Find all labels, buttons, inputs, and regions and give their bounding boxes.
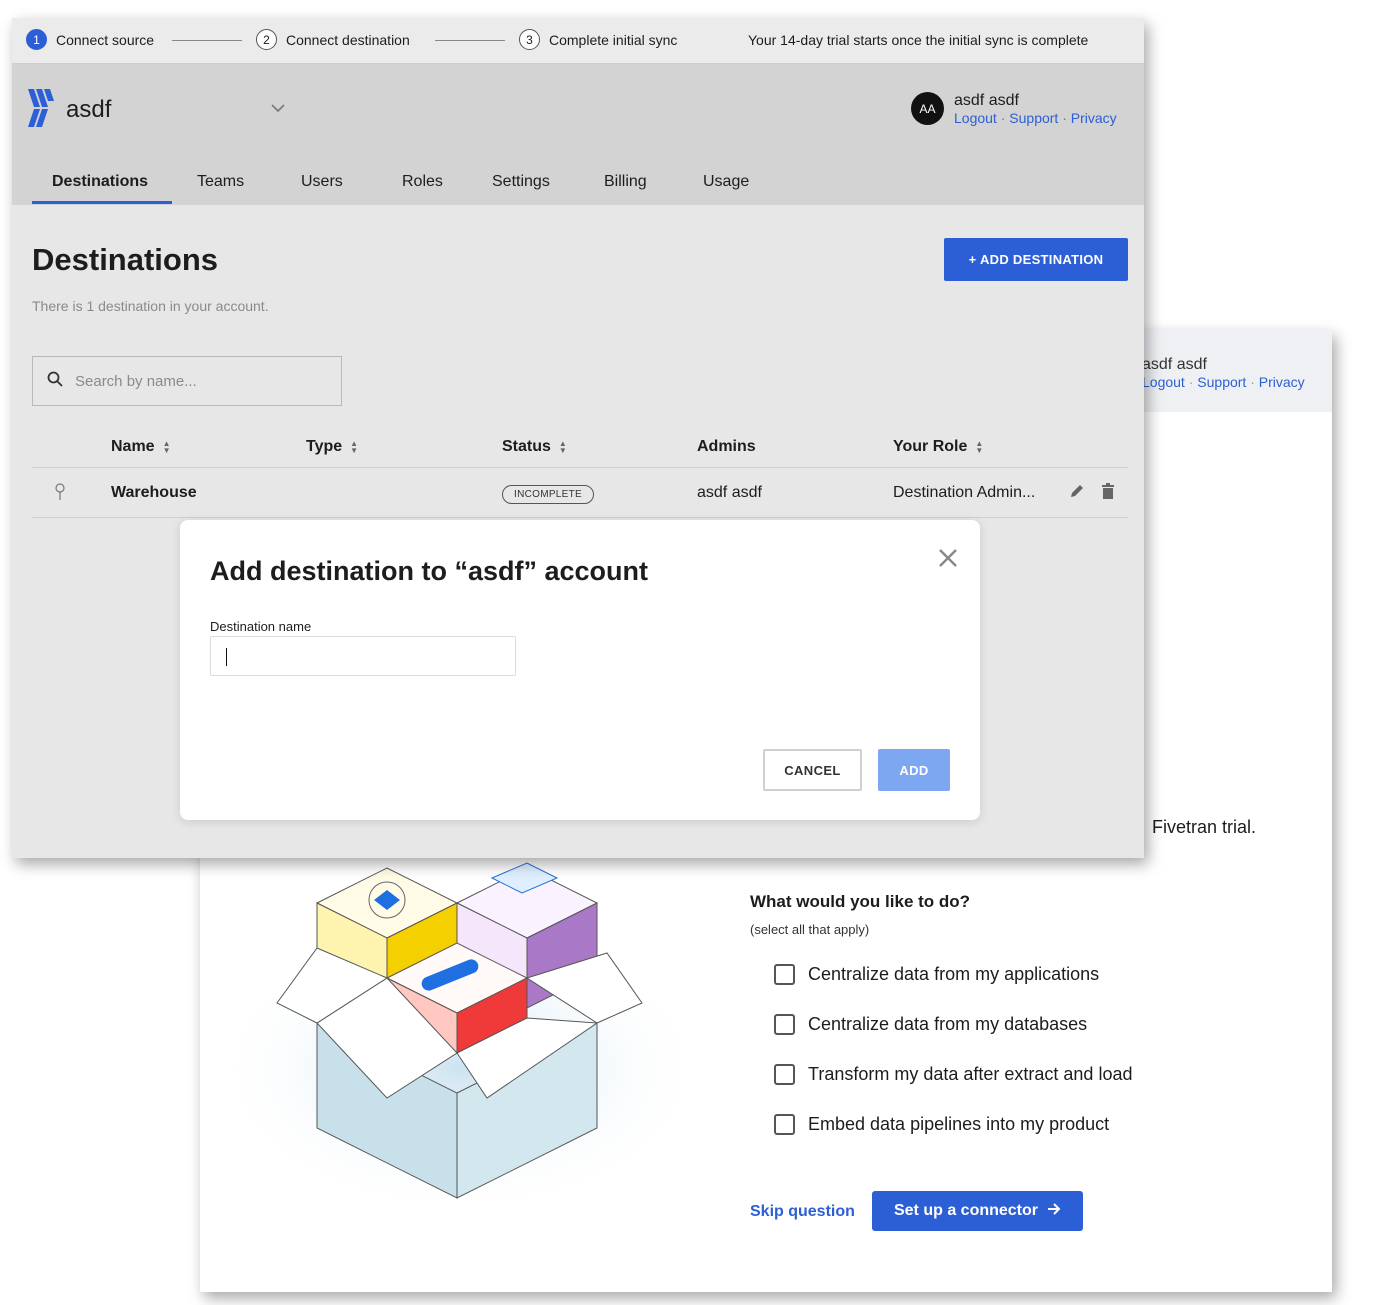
account-name[interactable]: asdf <box>66 96 111 124</box>
step-connector-line <box>435 40 505 41</box>
add-destination-button[interactable]: + ADD DESTINATION <box>944 238 1128 281</box>
search-box[interactable] <box>32 356 342 406</box>
column-label: Name <box>111 438 155 455</box>
tab-settings[interactable]: Settings <box>492 173 550 191</box>
option-label: Embed data pipelines into my product <box>808 1114 1110 1134</box>
sort-icon[interactable]: ▲ ▼ <box>350 440 358 455</box>
trash-icon[interactable] <box>1101 483 1115 504</box>
step-connector-line <box>172 40 242 41</box>
step-label: Connect source <box>56 31 155 48</box>
sort-icon[interactable]: ▲ ▼ <box>163 440 171 455</box>
sort-icon[interactable]: ▲ ▼ <box>975 440 983 455</box>
option-label: Centralize data from my applications <box>808 964 1100 984</box>
step-number: 3 <box>519 29 540 50</box>
add-destination-modal: Add destination to “asdf” account Destin… <box>180 520 980 820</box>
destination-name-input[interactable] <box>210 636 516 676</box>
setup-connector-label: Set up a connector <box>893 1202 1039 1219</box>
destination-name[interactable]: Warehouse <box>111 484 197 502</box>
cancel-button[interactable]: CANCEL <box>763 749 862 791</box>
checkbox[interactable] <box>774 1014 795 1035</box>
setup-connector-button[interactable]: Set up a connector <box>872 1191 1083 1231</box>
tab-roles[interactable]: Roles <box>402 173 443 191</box>
column-label: Your Role <box>893 438 968 455</box>
app-header: asdf AA asdf asdf Logout · Support · Pri… <box>12 64 1144 205</box>
tab-destinations[interactable]: Destinations <box>52 173 148 191</box>
back-user-links: Logout · Support · Privacy <box>1142 374 1305 390</box>
close-icon[interactable] <box>936 546 960 570</box>
column-label: Admins <box>697 438 756 455</box>
option-applications[interactable]: Centralize data from my applications <box>774 964 1099 985</box>
destinations-screenshot: 1 Connect source 2 Connect destination 3… <box>12 18 1144 858</box>
page-subtitle: There is 1 destination in your account. <box>32 298 269 314</box>
fivetran-logo-icon <box>28 89 54 127</box>
sort-icon[interactable]: ▲ ▼ <box>559 440 567 455</box>
step-connect-source[interactable]: 1 Connect source <box>26 29 154 50</box>
step-complete-sync[interactable]: 3 Complete initial sync <box>519 29 677 50</box>
pencil-icon[interactable] <box>1069 483 1085 504</box>
arrow-right-icon <box>1047 1202 1061 1220</box>
support-link[interactable]: Support <box>1009 110 1058 126</box>
page-title: Destinations <box>32 242 219 277</box>
tab-usage[interactable]: Usage <box>703 173 749 191</box>
step-number: 1 <box>26 29 47 50</box>
destination-admins: asdf asdf <box>697 484 762 501</box>
user-links: Logout · Support · Privacy <box>954 110 1117 126</box>
checkbox[interactable] <box>774 964 795 985</box>
destination-name-label: Destination name <box>210 619 312 634</box>
column-type[interactable]: Type ▲ ▼ <box>306 438 358 456</box>
step-number: 2 <box>256 29 277 50</box>
logout-link[interactable]: Logout <box>954 110 997 126</box>
modal-title: Add destination to “asdf” account <box>210 556 649 586</box>
question-hint: (select all that apply) <box>750 922 870 937</box>
column-label: Type <box>306 438 343 455</box>
back-logout-link[interactable]: Logout <box>1142 374 1185 390</box>
table-row[interactable]: Warehouse INCOMPLETE asdf asdf Destinati… <box>32 468 1128 518</box>
step-label: Connect destination <box>286 31 410 48</box>
column-your-role[interactable]: Your Role ▲ ▼ <box>893 438 983 456</box>
back-user-name: asdf asdf <box>1142 356 1207 373</box>
tab-teams[interactable]: Teams <box>197 173 244 191</box>
step-label: Complete initial sync <box>549 31 678 48</box>
column-status[interactable]: Status ▲ ▼ <box>502 438 567 456</box>
add-button[interactable]: ADD <box>878 749 950 791</box>
option-label: Transform my data after extract and load <box>808 1064 1133 1084</box>
back-support-link[interactable]: Support <box>1197 374 1246 390</box>
column-admins: Admins <box>697 438 756 456</box>
column-name[interactable]: Name ▲ ▼ <box>111 438 171 456</box>
trial-note: Your 14-day trial starts once the initia… <box>748 32 1089 48</box>
onboarding-stepper: 1 Connect source 2 Connect destination 3… <box>12 18 1144 64</box>
destination-role: Destination Admin... <box>893 484 1036 501</box>
search-icon <box>47 371 63 392</box>
chevron-down-icon[interactable] <box>271 100 285 116</box>
option-databases[interactable]: Centralize data from my databases <box>774 1014 1087 1035</box>
table-header: Name ▲ ▼ Type ▲ ▼ Status ▲ ▼ Admins Your Ro… <box>32 424 1128 468</box>
option-embed[interactable]: Embed data pipelines into my product <box>774 1114 1109 1135</box>
checkbox[interactable] <box>774 1114 795 1135</box>
user-name: asdf asdf <box>954 92 1019 109</box>
status-badge: INCOMPLETE <box>502 485 595 504</box>
tab-users[interactable]: Users <box>301 173 343 191</box>
back-privacy-link[interactable]: Privacy <box>1259 374 1305 390</box>
privacy-link[interactable]: Privacy <box>1071 110 1117 126</box>
option-transform[interactable]: Transform my data after extract and load <box>774 1064 1132 1085</box>
text-cursor <box>226 648 227 666</box>
box-illustration <box>220 862 710 1218</box>
active-tab-indicator <box>32 201 172 204</box>
column-label: Status <box>502 438 551 455</box>
question-title: What would you like to do? <box>750 892 971 911</box>
tab-billing[interactable]: Billing <box>604 173 647 191</box>
pin-icon <box>54 483 66 506</box>
step-connect-destination[interactable]: 2 Connect destination <box>256 29 410 50</box>
avatar[interactable]: AA <box>911 92 944 125</box>
option-label: Centralize data from my databases <box>808 1014 1088 1034</box>
trial-text: Fivetran trial. <box>1152 817 1257 837</box>
search-input[interactable] <box>75 372 315 390</box>
checkbox[interactable] <box>774 1064 795 1085</box>
skip-question-link[interactable]: Skip question <box>750 1203 855 1221</box>
